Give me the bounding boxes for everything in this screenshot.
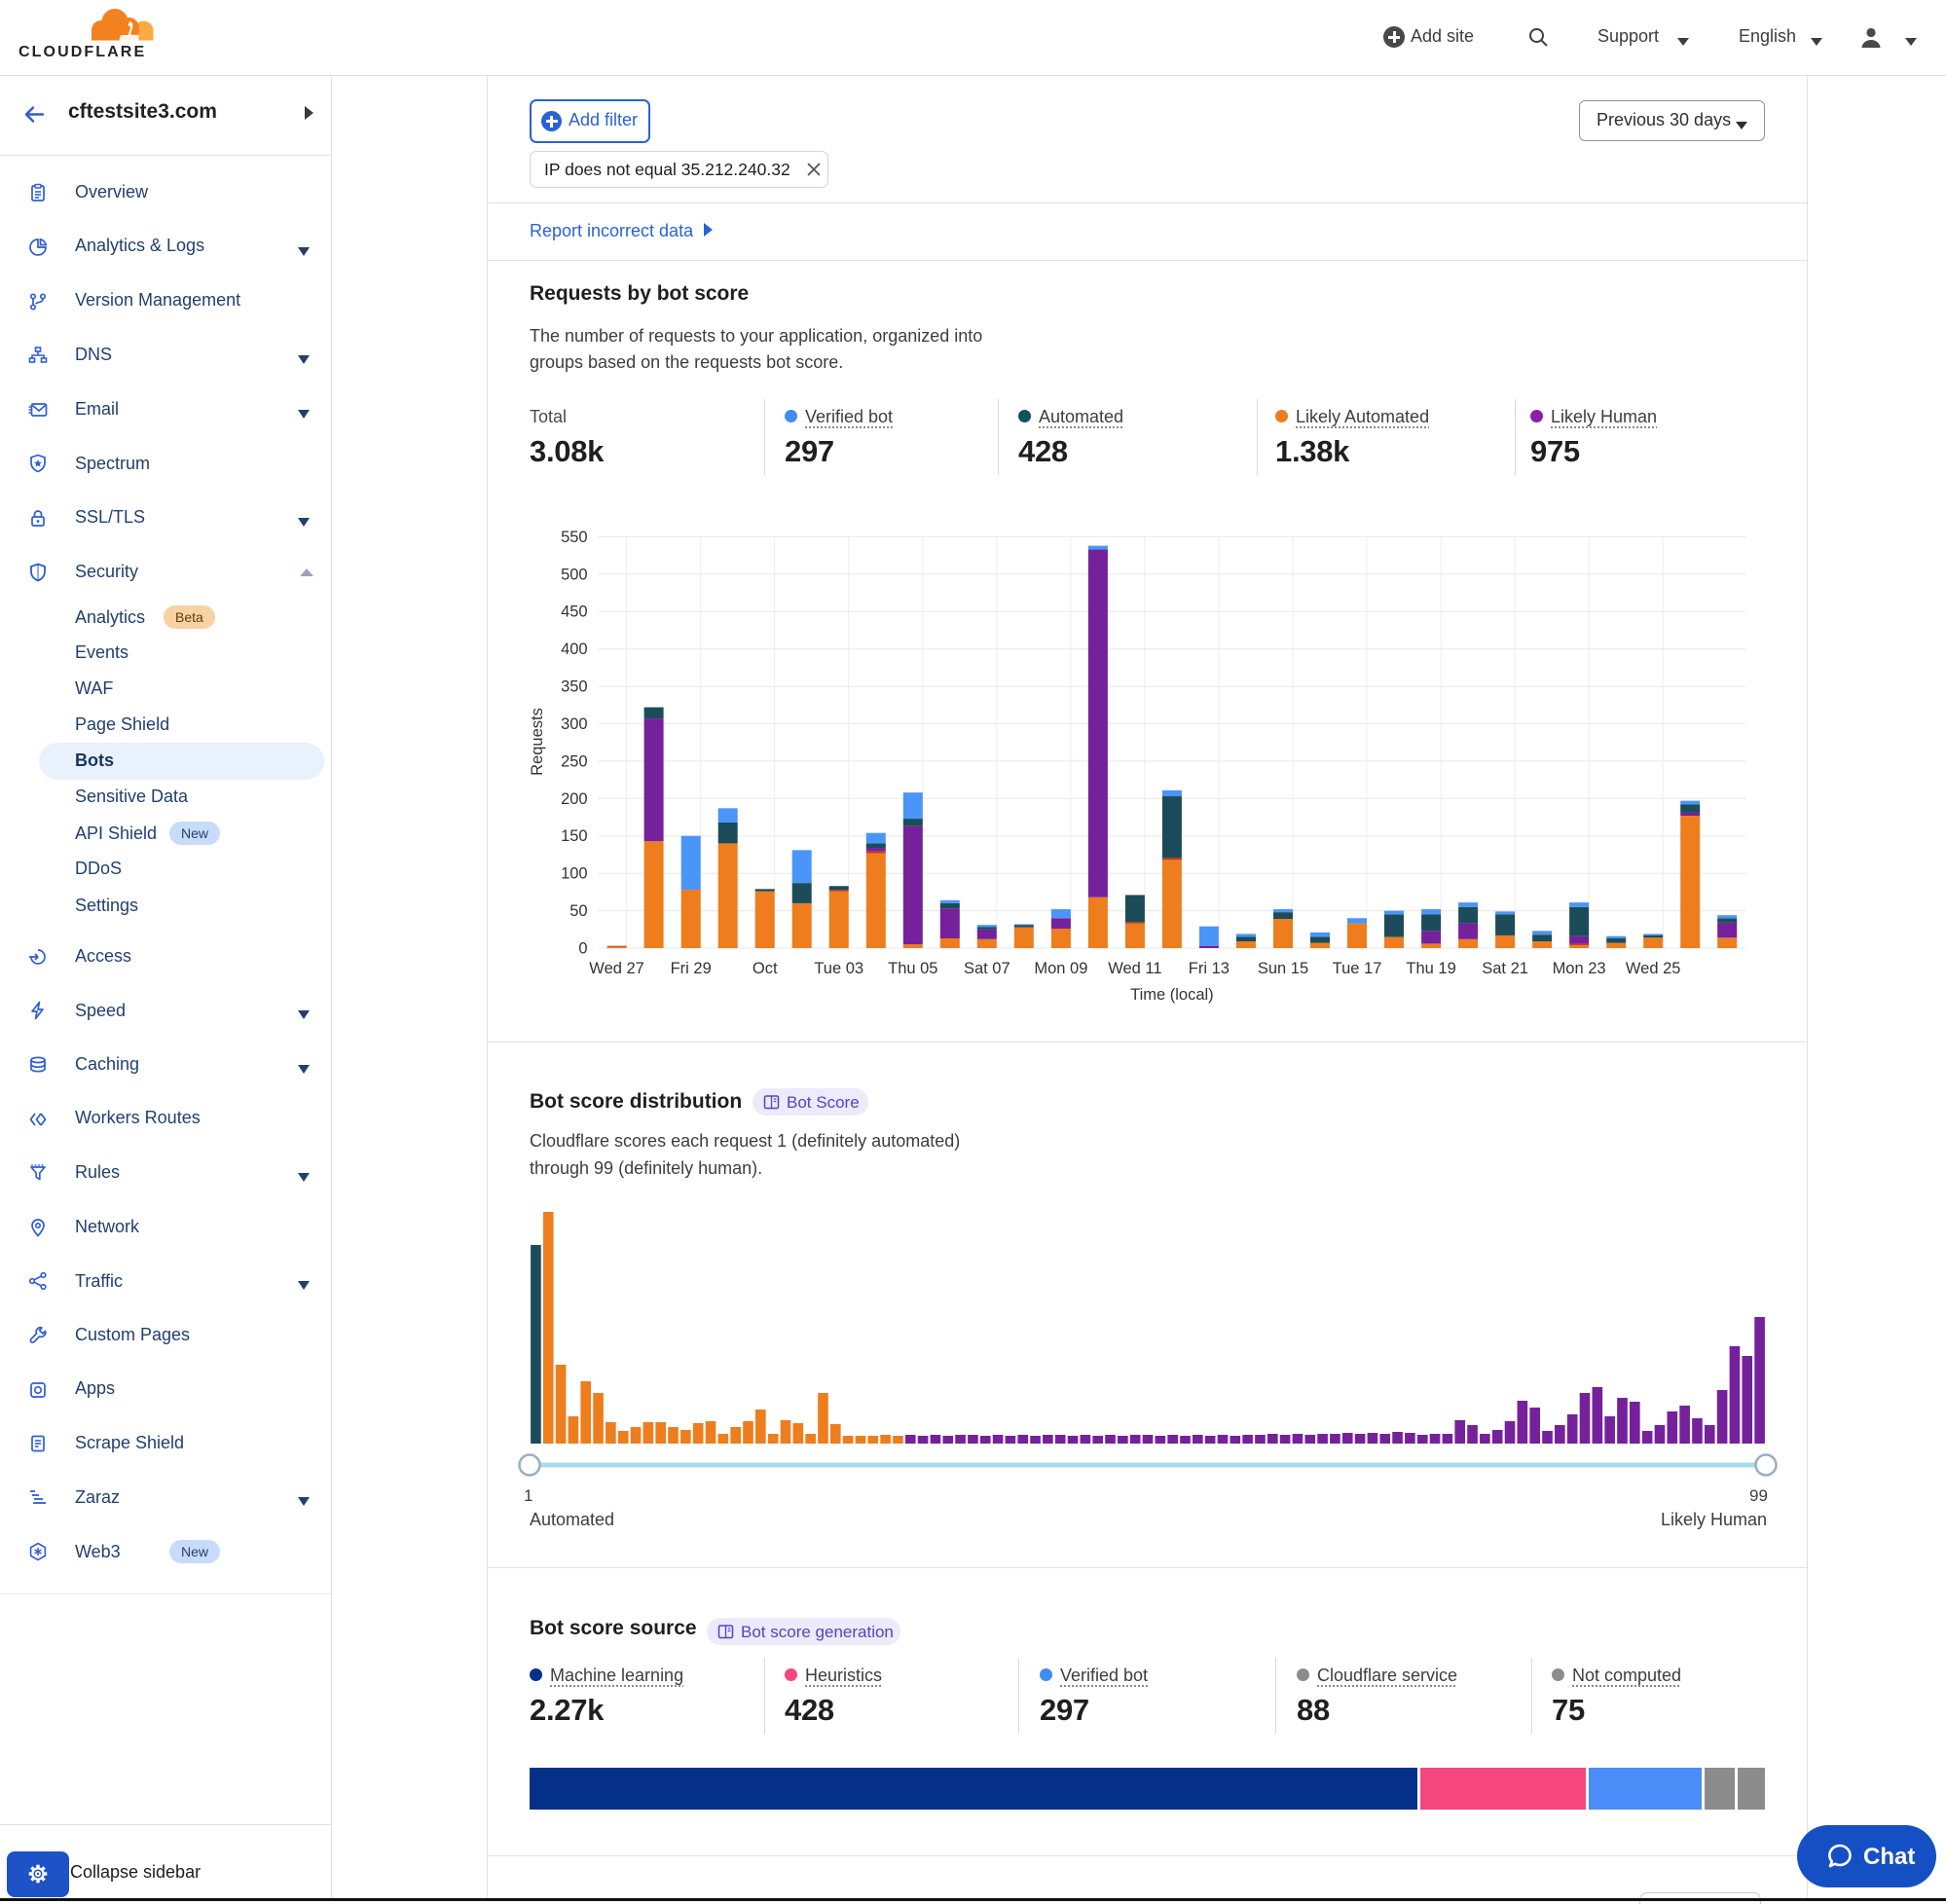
svg-text:Time (local): Time (local) [1130,986,1214,1004]
svg-text:200: 200 [561,790,588,808]
svg-text:Wed 25: Wed 25 [1626,960,1681,977]
svg-text:Oct: Oct [753,960,778,977]
svg-text:250: 250 [561,752,588,770]
svg-text:150: 150 [561,827,588,845]
svg-text:Wed 11: Wed 11 [1108,960,1161,977]
svg-text:Tue 03: Tue 03 [814,960,863,977]
svg-text:100: 100 [561,865,588,883]
svg-text:Requests: Requests [529,708,546,776]
svg-text:Wed 27: Wed 27 [589,960,644,977]
svg-text:450: 450 [561,604,588,621]
svg-text:Mon 09: Mon 09 [1034,960,1087,977]
svg-text:Thu 05: Thu 05 [888,960,937,977]
svg-text:Sat 21: Sat 21 [1482,960,1528,977]
svg-text:Sat 07: Sat 07 [964,960,1010,977]
svg-text:400: 400 [561,641,588,658]
svg-text:350: 350 [561,678,588,696]
svg-text:50: 50 [569,902,587,920]
svg-text:Mon 23: Mon 23 [1553,960,1606,977]
svg-text:550: 550 [561,529,588,546]
svg-text:0: 0 [578,940,587,958]
svg-text:300: 300 [561,715,588,733]
svg-text:Thu 19: Thu 19 [1406,960,1455,977]
svg-text:Tue 17: Tue 17 [1333,960,1382,977]
svg-text:Fri 13: Fri 13 [1189,960,1230,977]
svg-text:Sun 15: Sun 15 [1258,960,1308,977]
svg-text:Fri 29: Fri 29 [671,960,712,977]
svg-text:500: 500 [561,566,588,583]
